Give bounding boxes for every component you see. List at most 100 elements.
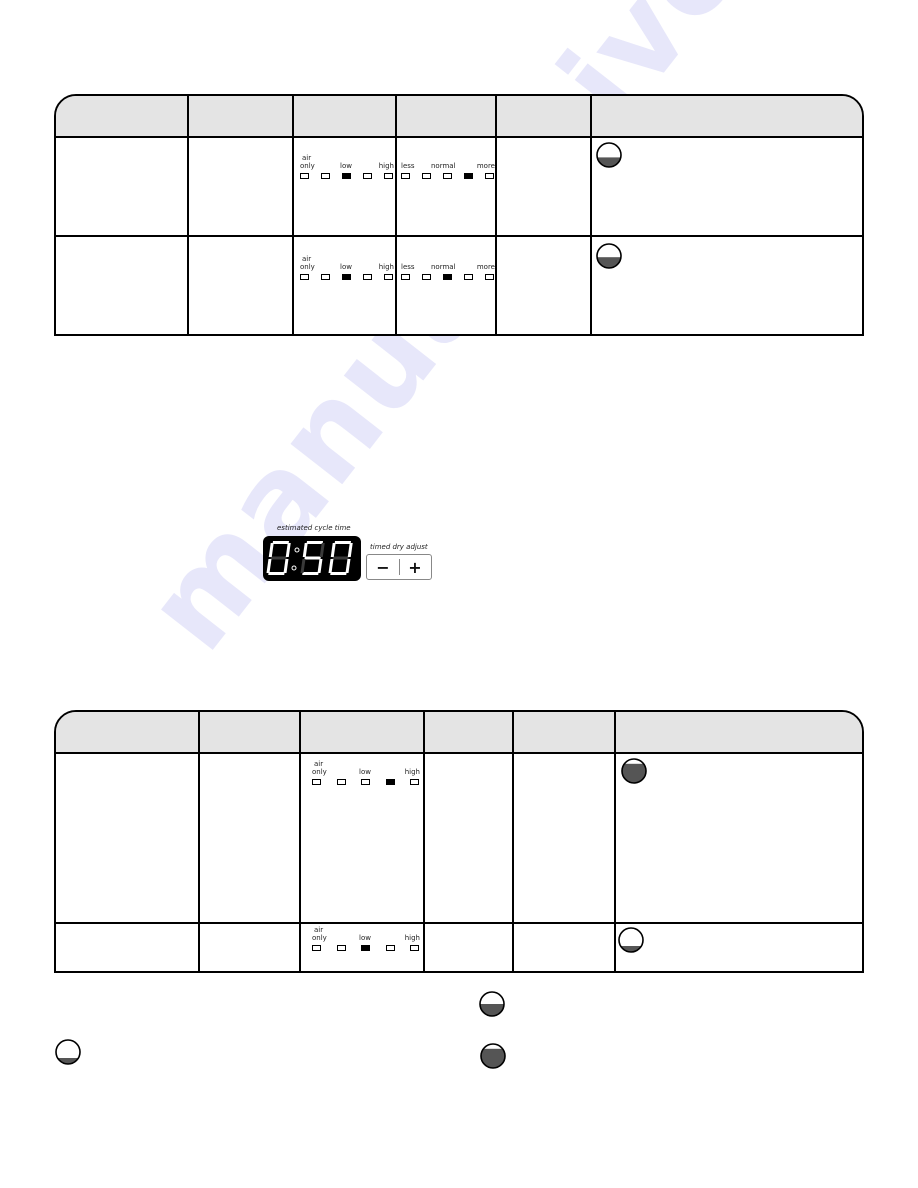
digit-segment bbox=[306, 541, 323, 544]
colon-dot bbox=[294, 547, 300, 553]
increase-time-button[interactable]: + bbox=[399, 555, 431, 579]
small-load-icon bbox=[55, 1039, 81, 1065]
indicator-led bbox=[363, 274, 372, 280]
indicator-label: normal bbox=[431, 162, 456, 170]
indicator-label: only bbox=[312, 768, 327, 776]
indicator-led-selected bbox=[342, 173, 351, 179]
temperature-indicator: air only low high bbox=[310, 760, 420, 790]
cycle-time-display bbox=[263, 536, 361, 581]
indicator-led bbox=[363, 173, 372, 179]
indicator-led bbox=[485, 274, 494, 280]
digit-segment bbox=[319, 543, 325, 557]
digit-segment bbox=[268, 572, 285, 575]
indicator-led bbox=[384, 173, 393, 179]
display-digit bbox=[300, 541, 325, 575]
load-level-icon bbox=[618, 927, 644, 953]
digit-segment bbox=[283, 559, 289, 573]
load-level-icon bbox=[596, 243, 622, 269]
large-load-icon bbox=[480, 1043, 506, 1069]
indicator-led bbox=[401, 173, 410, 179]
indicator-led-selected bbox=[443, 274, 452, 280]
temperature-indicator: air only low high bbox=[310, 926, 420, 956]
indicator-label: low bbox=[359, 934, 371, 942]
indicator-label: high bbox=[378, 263, 394, 271]
temperature-indicator: air only low high bbox=[298, 154, 394, 184]
table-row: air only low high less normal more bbox=[56, 136, 862, 235]
indicator-led bbox=[485, 173, 494, 179]
temperature-indicator: air only low high bbox=[298, 255, 394, 285]
digit-segment bbox=[302, 572, 319, 575]
digit-segment bbox=[300, 559, 306, 573]
table-header bbox=[56, 712, 862, 754]
indicator-led bbox=[410, 945, 419, 951]
indicator-label: normal bbox=[431, 263, 456, 271]
load-level-icon bbox=[621, 758, 647, 784]
table-row: air only low high bbox=[56, 924, 862, 971]
digit-segment bbox=[285, 543, 291, 557]
indicator-label: only bbox=[312, 934, 327, 942]
digit-segment bbox=[332, 556, 349, 560]
digit-segment bbox=[317, 559, 323, 573]
indicator-led-selected bbox=[464, 173, 473, 179]
digit-segment bbox=[328, 559, 334, 573]
indicator-led bbox=[312, 945, 321, 951]
indicator-led bbox=[464, 274, 473, 280]
digit-segment bbox=[268, 543, 274, 557]
indicator-label: high bbox=[404, 934, 420, 942]
indicator-led bbox=[384, 274, 393, 280]
indicator-led bbox=[300, 274, 309, 280]
indicator-led bbox=[401, 274, 410, 280]
indicator-label: air bbox=[314, 760, 324, 768]
indicator-led bbox=[422, 173, 431, 179]
indicator-label: only bbox=[300, 162, 315, 170]
digit-segment bbox=[304, 556, 321, 560]
indicator-led-selected bbox=[342, 274, 351, 280]
indicator-led bbox=[422, 274, 431, 280]
indicator-led bbox=[361, 779, 370, 785]
digit-segment bbox=[347, 543, 353, 557]
load-level-fill bbox=[622, 763, 646, 783]
digit-segment bbox=[330, 543, 336, 557]
table-header bbox=[56, 96, 862, 138]
cycle-table-bottom: air only low high air only low high bbox=[54, 710, 864, 973]
display-digit bbox=[266, 541, 291, 575]
indicator-label: high bbox=[378, 162, 394, 170]
indicator-led bbox=[336, 779, 346, 785]
indicator-label: high bbox=[404, 768, 420, 776]
indicator-led bbox=[443, 173, 452, 179]
indicator-led bbox=[321, 274, 330, 280]
colon-dot bbox=[291, 565, 297, 571]
digit-segment bbox=[302, 543, 308, 557]
indicator-led bbox=[312, 779, 321, 785]
indicator-label: air bbox=[302, 154, 312, 162]
indicator-led bbox=[321, 173, 330, 179]
indicator-label: less bbox=[401, 162, 415, 170]
decrease-time-button[interactable]: − bbox=[367, 555, 399, 579]
indicator-label: low bbox=[359, 768, 371, 776]
indicator-label: only bbox=[300, 263, 315, 271]
digit-segment bbox=[266, 559, 272, 573]
load-level-fill bbox=[480, 1004, 504, 1016]
indicator-label: more bbox=[476, 263, 495, 271]
dryness-indicator: less normal more bbox=[399, 154, 495, 184]
indicator-label: low bbox=[340, 162, 352, 170]
indicator-led bbox=[385, 945, 395, 951]
indicator-led bbox=[410, 779, 419, 785]
seven-segment-digits bbox=[266, 541, 353, 575]
load-level-fill bbox=[481, 1048, 505, 1068]
indicator-label: more bbox=[476, 162, 495, 170]
indicator-led-selected bbox=[361, 945, 370, 951]
display-digit bbox=[328, 541, 353, 575]
digit-segment bbox=[272, 541, 289, 544]
indicator-led-selected bbox=[385, 779, 395, 785]
dryness-indicator: less normal more bbox=[399, 255, 495, 285]
table-row: air only low high less normal more bbox=[56, 237, 862, 334]
digit-segment bbox=[330, 572, 347, 575]
digit-segment bbox=[345, 559, 351, 573]
digit-segment bbox=[270, 556, 287, 560]
indicator-label: air bbox=[314, 926, 324, 934]
estimated-cycle-time-label: estimated cycle time bbox=[277, 524, 351, 532]
indicator-led bbox=[300, 173, 309, 179]
table-row: air only low high bbox=[56, 752, 862, 922]
cycle-table-top: air only low high less normal more air only low… bbox=[54, 94, 864, 336]
